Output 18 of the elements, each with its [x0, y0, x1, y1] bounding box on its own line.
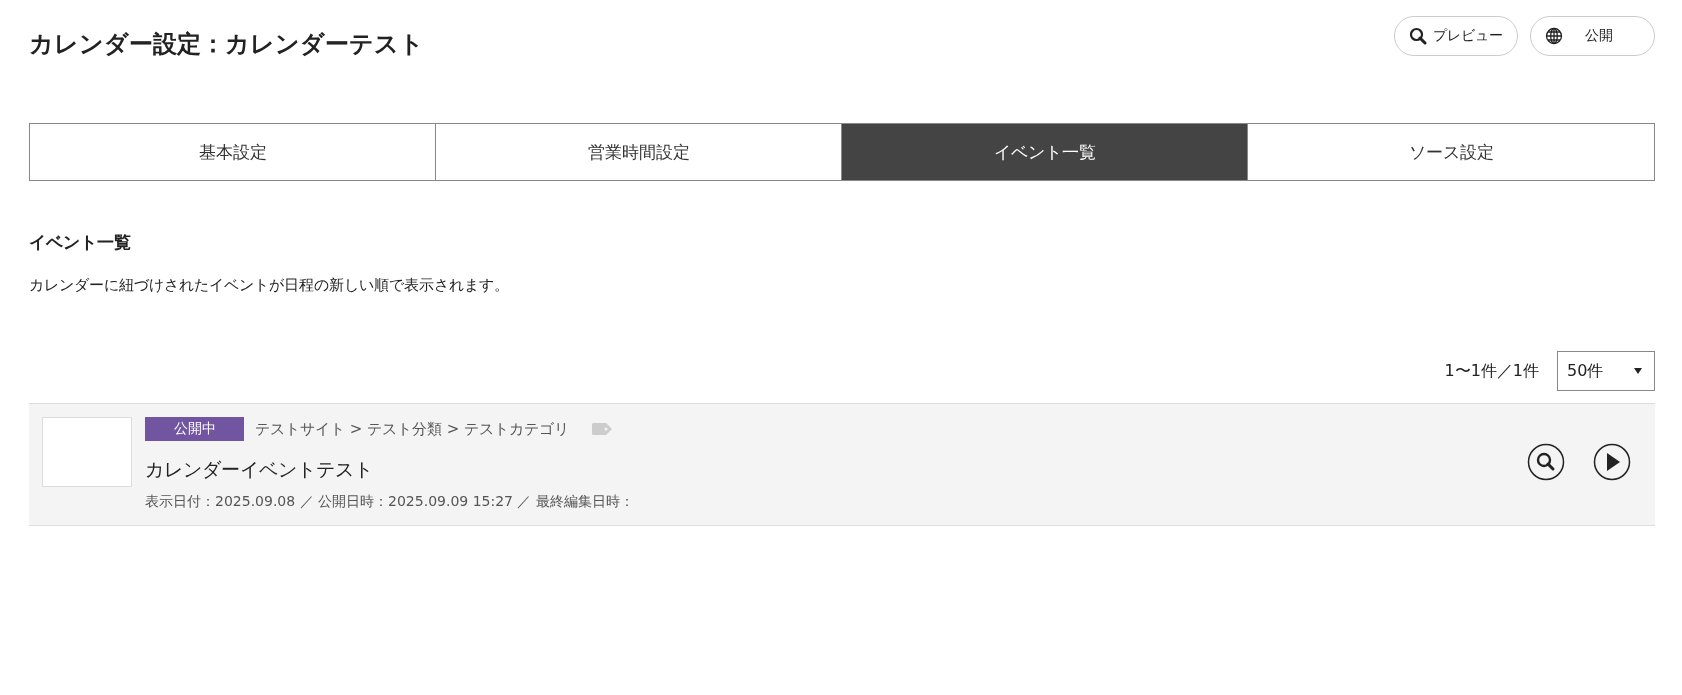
per-page-select[interactable]: 50件	[1557, 351, 1655, 391]
result-count: 1〜1件／1件	[1444, 360, 1539, 382]
globe-icon	[1545, 27, 1563, 45]
publish-button[interactable]: 公開	[1530, 16, 1655, 56]
search-icon[interactable]	[1527, 443, 1565, 481]
play-icon[interactable]	[1593, 443, 1631, 481]
search-icon	[1409, 27, 1427, 45]
preview-button[interactable]: プレビュー	[1394, 16, 1518, 56]
section-description: カレンダーに紐づけされたイベントが日程の新しい順で表示されます。	[29, 276, 510, 295]
tab[interactable]: イベント一覧	[842, 124, 1248, 180]
event-dates: 表示日付：2025.09.08 ／ 公開日時：2025.09.09 15:27 ／ 最終編集日時：	[145, 493, 635, 511]
status-badge: 公開中	[145, 417, 244, 441]
page-title: カレンダー設定：カレンダーテスト	[29, 29, 424, 60]
breadcrumb: テストサイト > テスト分類 > テストカテゴリ	[255, 419, 570, 439]
section-title: イベント一覧	[29, 231, 132, 254]
caret-icon	[1634, 368, 1642, 374]
event-title[interactable]: カレンダーイベントテスト	[145, 457, 1527, 483]
tag-icon	[592, 423, 613, 435]
